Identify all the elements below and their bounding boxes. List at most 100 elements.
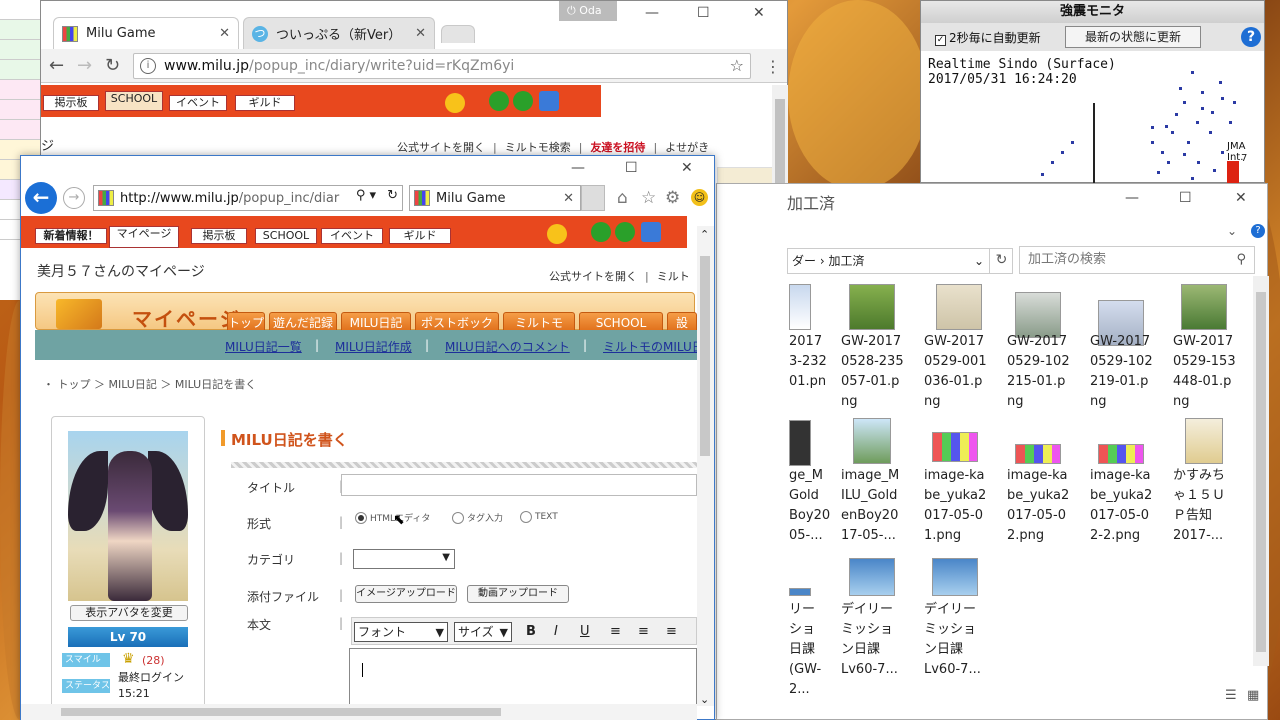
file-name[interactable]: image_M ILU_Gold enBoy20 17-05-... <box>841 466 929 546</box>
file-name[interactable]: GW-2017 0528-235 057-01.p ng <box>841 332 929 412</box>
file-name[interactable]: image-ka be_yuka2 017-05-0 1.png <box>924 466 1012 546</box>
nav-school-button[interactable]: SCHOOL <box>105 91 163 111</box>
reload-icon[interactable]: ↻ <box>105 55 120 76</box>
align-center-icon[interactable]: ≡ <box>638 624 649 639</box>
link-diary-comments[interactable]: MILU日記へのコメント <box>445 338 570 355</box>
status-tag[interactable]: ステータス <box>62 679 110 693</box>
link-milutomo[interactable]: ミルト <box>657 270 690 283</box>
link-yosegaki[interactable]: よせがき <box>665 141 709 154</box>
nav-mypage-button[interactable]: マイページ <box>109 226 179 248</box>
format-tag-radio[interactable]: タグ入力 <box>452 511 503 524</box>
tab-milu-diary[interactable]: MILU日記 <box>341 312 411 332</box>
ie-address-bar[interactable]: http://www.milu.jp/popup_inc/diar ⚲ ▾ ↻ <box>93 185 403 211</box>
help-icon[interactable]: ? <box>1251 224 1265 238</box>
file-thumbnail[interactable] <box>932 558 978 596</box>
link-invite-friend[interactable]: 友達を招待 <box>590 141 645 154</box>
file-name[interactable]: デイリー ミッショ ン日課 Lv60-7... <box>924 600 1012 680</box>
bold-button[interactable]: B <box>526 624 536 639</box>
link-friends-diary[interactable]: ミルトモのMILU日 <box>603 338 697 355</box>
file-thumbnail[interactable] <box>789 588 811 596</box>
image-upload-button[interactable]: イメージアップロード <box>355 585 457 603</box>
file-thumbnail[interactable] <box>853 418 891 464</box>
diary-body-editor[interactable] <box>349 648 697 708</box>
feedback-smiley-icon[interactable]: ☺ <box>691 189 708 206</box>
nav-guild-button[interactable]: ギルド <box>389 228 451 244</box>
align-left-icon[interactable]: ≡ <box>610 624 621 639</box>
explorer-search-input[interactable]: 加工済の検索 ⚲ <box>1019 246 1255 274</box>
scroll-thumb[interactable] <box>1256 292 1266 652</box>
file-name[interactable]: GW-2017 0529-102 215-01.p ng <box>1007 332 1095 412</box>
help-icon[interactable]: ? <box>1241 27 1261 47</box>
tab-play-record[interactable]: 遊んだ記録 <box>269 312 337 332</box>
file-thumbnail[interactable] <box>936 284 982 330</box>
tab-postbox[interactable]: ポストボックス <box>415 312 499 350</box>
explorer-scrollbar[interactable] <box>1253 276 1269 666</box>
large-icons-view-icon[interactable]: ▦ <box>1247 688 1259 703</box>
explorer-address-bar[interactable]: ダー › 加工済 ⌄ <box>787 248 1013 274</box>
left-arrow-icon[interactable] <box>489 91 509 111</box>
file-name[interactable]: かすみち ゃ１５Ｕ Ｐ告知 2017-... <box>1173 466 1261 546</box>
tab-settings[interactable]: 設 <box>667 312 697 332</box>
italic-button[interactable]: I <box>554 624 558 639</box>
file-thumbnail[interactable] <box>932 432 978 462</box>
search-icon[interactable]: ⚲ ▾ <box>351 188 376 203</box>
address-bar[interactable]: i www.milu.jp/popup_inc/diary/write?uid=… <box>133 53 751 79</box>
file-name[interactable]: image-ka be_yuka2 017-05-0 2.png <box>1007 466 1095 546</box>
link-milutomo-search[interactable]: ミルトモ検索 <box>505 141 571 154</box>
right-arrow-icon[interactable] <box>615 222 635 242</box>
close-icon[interactable]: ✕ <box>415 26 426 41</box>
chevron-up-icon[interactable]: ⌃ <box>700 228 709 241</box>
category-select[interactable] <box>353 549 455 569</box>
nav-event-button[interactable]: イベント <box>321 228 383 244</box>
file-name[interactable]: GW-2017 0529-153 448-01.p ng <box>1173 332 1261 412</box>
format-text-radio[interactable]: TEXT <box>520 511 558 523</box>
nav-school-button[interactable]: SCHOOL <box>255 228 317 244</box>
nav-news-button[interactable]: 新着情報！ <box>35 228 107 244</box>
ie-tab-milu[interactable]: Milu Game ✕ <box>409 185 581 211</box>
play-icon[interactable] <box>445 93 465 113</box>
ie-horizontal-scrollbar[interactable] <box>21 704 697 720</box>
scroll-thumb[interactable] <box>700 256 710 456</box>
nav-guild-button[interactable]: ギルド <box>235 95 295 111</box>
file-name[interactable]: GW-2017 0529-001 036-01.p ng <box>924 332 1012 412</box>
nav-bbs-button[interactable]: 掲示板 <box>191 228 247 244</box>
back-arrow-icon[interactable]: ← <box>49 55 64 76</box>
tab-school[interactable]: SCHOOL <box>579 312 663 332</box>
profile-badge[interactable]: ⏻ Oda <box>559 1 617 21</box>
file-name[interactable]: 2017 3-232 01.pn <box>789 332 829 392</box>
details-view-icon[interactable]: ☰ <box>1225 688 1237 703</box>
path-parent[interactable]: ダー <box>792 254 816 268</box>
diary-title-input[interactable] <box>341 474 697 496</box>
file-thumbnail[interactable] <box>1185 418 1223 464</box>
file-name[interactable]: ge_M Gold Boy20 05-... <box>789 466 830 546</box>
file-name[interactable]: GW-2017 0529-102 219-01.p ng <box>1090 332 1178 412</box>
right-arrow-icon[interactable] <box>513 91 533 111</box>
reload-icon[interactable]: ↻ <box>387 188 398 203</box>
update-latest-button[interactable]: 最新の状態に更新 <box>1065 26 1201 48</box>
new-tab-button[interactable] <box>441 25 475 43</box>
minimize-icon[interactable]: — <box>571 160 585 176</box>
tab-top[interactable]: トップ <box>227 312 265 332</box>
align-right-icon[interactable]: ≡ <box>666 624 677 639</box>
maximize-icon[interactable]: ☐ <box>697 5 710 21</box>
info-icon[interactable]: i <box>140 58 156 74</box>
scroll-thumb[interactable] <box>61 708 501 716</box>
refresh-icon[interactable] <box>641 222 661 242</box>
close-icon[interactable]: ✕ <box>219 26 230 41</box>
file-thumbnail[interactable] <box>789 284 811 330</box>
refresh-icon[interactable] <box>539 91 559 111</box>
change-avatar-button[interactable]: 表示アバタを変更 <box>70 605 188 621</box>
file-thumbnail[interactable] <box>789 420 811 466</box>
back-arrow-icon[interactable]: ← <box>25 182 57 214</box>
left-arrow-icon[interactable] <box>591 222 611 242</box>
close-window-icon[interactable]: ✕ <box>681 160 693 176</box>
link-official-site[interactable]: 公式サイトを開く <box>549 270 637 283</box>
file-thumbnail[interactable] <box>1098 444 1144 464</box>
minimize-icon[interactable]: — <box>1125 190 1139 206</box>
nav-event-button[interactable]: イベント <box>169 95 227 111</box>
home-icon[interactable]: ⌂ <box>617 188 628 208</box>
close-window-icon[interactable]: ✕ <box>753 5 765 21</box>
chevron-down-icon[interactable]: ⌄ <box>1227 224 1237 238</box>
video-upload-button[interactable]: 動画アップロード <box>467 585 569 603</box>
file-name[interactable]: リー ショ 日課 (GW-2... <box>789 600 829 700</box>
